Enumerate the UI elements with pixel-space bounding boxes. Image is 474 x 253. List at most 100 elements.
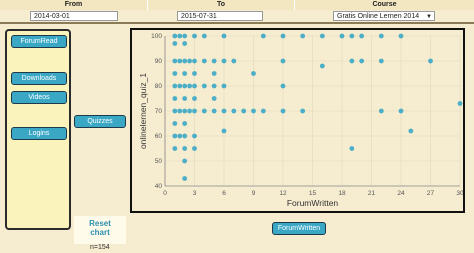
scatter-point [398,108,404,114]
scatter-point [187,83,192,89]
scatter-point [378,108,384,114]
scatter-point [211,71,217,76]
scatter-point [192,133,197,139]
header-divider [0,22,474,24]
y-tick-label: 80 [155,83,163,90]
x-axis-label: ForumWritten [287,198,339,208]
reset-label-line2: chart [90,228,110,237]
y-tick-label: 90 [155,58,163,65]
scatter-point [428,58,433,64]
scatter-point [221,128,227,134]
scatter-point [280,58,286,64]
scatter-point [187,108,192,114]
scatter-point [378,58,384,64]
scatter-point [201,83,207,89]
scatter-point [241,108,247,114]
scatter-point [251,71,256,76]
scatter-point [359,58,365,64]
scatter-point [211,58,217,64]
scatter-point [339,33,345,39]
scatter-point [231,58,237,64]
reset-label-line1: Reset [89,219,111,228]
scatter-point [349,33,355,39]
scatter-point [172,108,178,114]
scatter-point [182,176,188,181]
scatter-point [211,108,217,114]
scatter-point [182,41,188,46]
forumread-button[interactable]: ForumRead [11,35,67,48]
scatter-point [211,96,217,101]
scatter-point [300,108,306,114]
scatter-point [398,33,404,39]
scatter-point [177,108,183,114]
scatter-point [182,33,188,39]
x-tick-label: 24 [397,190,405,197]
x-tick-label: 12 [279,190,287,197]
x-tick-label: 6 [222,190,226,197]
scatter-point [182,108,188,114]
y-tick-label: 70 [155,108,163,115]
scatter-point [172,96,178,101]
scatter-point [211,83,217,89]
scatter-point [201,108,207,114]
downloads-button[interactable]: Downloads [11,72,67,85]
videos-button[interactable]: Videos [11,91,67,104]
course-header: Course [295,0,474,10]
scatter-point [280,33,286,39]
quizzes-button[interactable]: Quizzes [74,115,126,128]
reset-chart-button[interactable]: Reset chart [74,216,126,244]
scatter-point [349,58,355,64]
logins-button[interactable]: Logins [11,127,67,140]
to-date-input[interactable]: 2015-07-31 [177,11,263,21]
scatter-point [177,33,183,39]
scatter-point [192,58,197,64]
to-header: To [148,0,295,10]
sample-count: n=154 [90,244,110,251]
scatter-point [319,33,325,39]
scatter-point [172,71,178,76]
scatter-point [192,33,197,39]
scatter-point [280,83,286,89]
scatter-point [457,101,463,106]
chart-svg: 0 3 6 9 12 15 18 21 24 27 30 40 50 60 70 80 90 100 ForumWr… [138,33,464,208]
course-select-value: Gratis Online Lernen 2014 [337,13,420,20]
scatter-point [201,33,207,39]
scatter-point [378,33,384,39]
scatter-point [172,58,178,64]
scatter-point [172,133,178,139]
scatter-point [182,96,188,101]
scatter-point [172,41,178,46]
scatter-point [187,58,192,64]
scatter-point [177,83,183,89]
x-tick-label: 3 [193,190,197,197]
scatter-point [408,128,414,134]
scatter-point [172,146,178,151]
scatter-point [182,158,188,164]
scatter-point [192,146,197,151]
x-tick-label: 27 [427,190,435,197]
scatter-point [231,108,237,114]
scatter-point [221,33,227,39]
from-date-input[interactable]: 2014-03-01 [30,11,118,21]
scatter-point [172,33,178,39]
scatter-point [260,33,266,39]
y-tick-label: 60 [155,133,163,140]
forumwritten-button[interactable]: ForumWritten [272,222,326,235]
scatter-point [172,121,178,126]
scatter-point [182,121,188,126]
course-select[interactable]: Gratis Online Lernen 2014 ▼ [333,11,435,21]
scatter-point [172,83,178,89]
scatter-point [260,108,266,114]
x-tick-label: 0 [163,190,167,197]
scatter-point [221,58,227,64]
scatter-point [201,58,207,64]
y-tick-label: 50 [155,158,163,165]
scatter-point [177,58,183,64]
scatter-point [177,133,183,139]
y-tick-label: 100 [151,33,162,40]
scatter-point [300,33,306,39]
scatter-chart: 0 3 6 9 12 15 18 21 24 27 30 40 50 60 70 80 90 100 ForumWr… [130,28,465,213]
scatter-point [251,108,256,114]
scatter-point [349,146,355,151]
scatter-point [182,71,188,76]
